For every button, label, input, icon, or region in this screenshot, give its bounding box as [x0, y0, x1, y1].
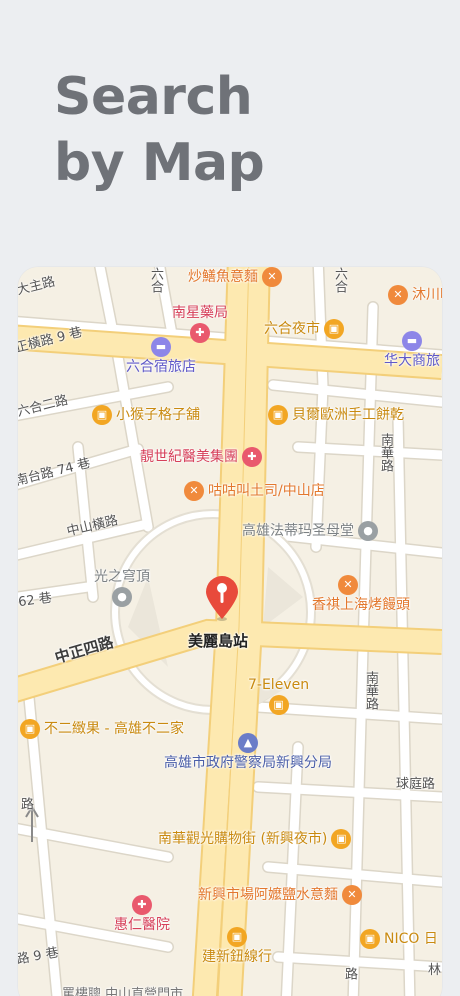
place-icon: ● — [358, 521, 378, 541]
poi-liuhe-hostel[interactable]: ▬ 六合宿旅店 — [122, 337, 200, 375]
poi-gugu-toast[interactable]: ✕ 咕咕叫土司/中山店 — [184, 481, 329, 501]
street-liuhe-top-2: 六合 — [148, 267, 163, 293]
street-bottom-partial: 罵樓聰 中山直營門市 — [62, 987, 184, 996]
street-liuhe-top: 六合 — [332, 267, 347, 293]
poi-huiren-hospital[interactable]: ✚ 惠仁醫院 — [110, 895, 174, 933]
poi-jingshi-clinic[interactable]: ✚ 靚世紀醫美集團 — [136, 447, 262, 467]
fork-knife-icon: ✕ — [338, 575, 358, 595]
bed-icon: ▬ — [402, 331, 422, 351]
bag-icon: ▣ — [92, 405, 112, 425]
street-nanhua-road-1: 南華路 — [378, 433, 393, 472]
street-left-edge: 路 — [18, 797, 33, 810]
basket-icon: ▣ — [20, 719, 40, 739]
poi-liuhe-night-market[interactable]: ▣ 六合夜市 — [260, 319, 344, 339]
bag-icon: ▣ — [268, 405, 288, 425]
headline: Search by Map — [54, 64, 265, 196]
poi-monkey-shop[interactable]: ▣ 小猴子格子舖 — [92, 405, 204, 425]
street-qiuting-road: 球庭路 — [396, 777, 436, 792]
map-view[interactable]: 中正四路 中山橫路 正橫路 9 巷 六合二路 南台路 74 巷 62 巷 路 9… — [18, 267, 442, 996]
poi-jianxin-buttons[interactable]: ▣ 建新鈕線行 — [198, 927, 276, 965]
selected-station-label: 美麗島站 — [188, 632, 249, 650]
poi-cathedral[interactable]: ● 高雄法蒂玛圣母堂 — [238, 521, 378, 541]
bed-icon: ▬ — [151, 337, 171, 357]
poi-nanhua-mall[interactable]: ▣ 南華觀光購物街 (新興夜市) — [154, 829, 352, 849]
medical-icon: ✚ — [242, 447, 262, 467]
medical-icon: ✚ — [132, 895, 152, 915]
poi-police-station[interactable]: ▲ 高雄市政府警察局新興分局 — [160, 733, 336, 771]
building-icon: ▲ — [238, 733, 258, 753]
bag-icon: ▣ — [268, 695, 289, 715]
bag-icon: ▣ — [324, 319, 344, 339]
street-nanhua-road-2: 南華路 — [363, 671, 378, 710]
poi-chao-shan[interactable]: ✕ 炒鱔魚意麵 — [184, 267, 282, 287]
poi-seven-eleven[interactable]: 7-Eleven ▣ — [244, 677, 313, 715]
poi-huada-hotel[interactable]: ▬ 华大商旅 — [380, 331, 442, 369]
fork-knife-icon: ✕ — [262, 267, 282, 287]
place-icon: ● — [112, 587, 132, 607]
headline-line-2: by Map — [54, 133, 265, 193]
fork-knife-icon: ✕ — [342, 885, 362, 905]
bag-icon: ▣ — [331, 829, 352, 849]
poi-muchuan[interactable]: ✕ 沐川咖 — [388, 285, 442, 305]
fork-knife-icon: ✕ — [184, 481, 204, 501]
fork-knife-icon: ✕ — [388, 285, 408, 305]
headline-line-1: Search — [54, 67, 253, 127]
poi-bellet-biscuits[interactable]: ▣ 貝爾歐洲手工餅乾 — [268, 405, 408, 425]
poi-ama-noodles[interactable]: ✕ 新興市場阿嬤鹽水意麵 — [194, 885, 362, 905]
street-lin: 林 — [428, 963, 442, 978]
map-pin-icon[interactable] — [204, 575, 240, 621]
poi-nico[interactable]: ▣ NICO 日 — [360, 929, 442, 949]
poi-dome-of-light[interactable]: 光之穹頂 ● — [90, 569, 154, 607]
street-bottom-road: 路 — [342, 967, 357, 980]
bag-icon: ▣ — [360, 929, 380, 949]
bag-icon: ▣ — [227, 927, 247, 947]
poi-xiangqi-buns[interactable]: ✕ 香祺上海烤饅頭 — [308, 575, 414, 613]
